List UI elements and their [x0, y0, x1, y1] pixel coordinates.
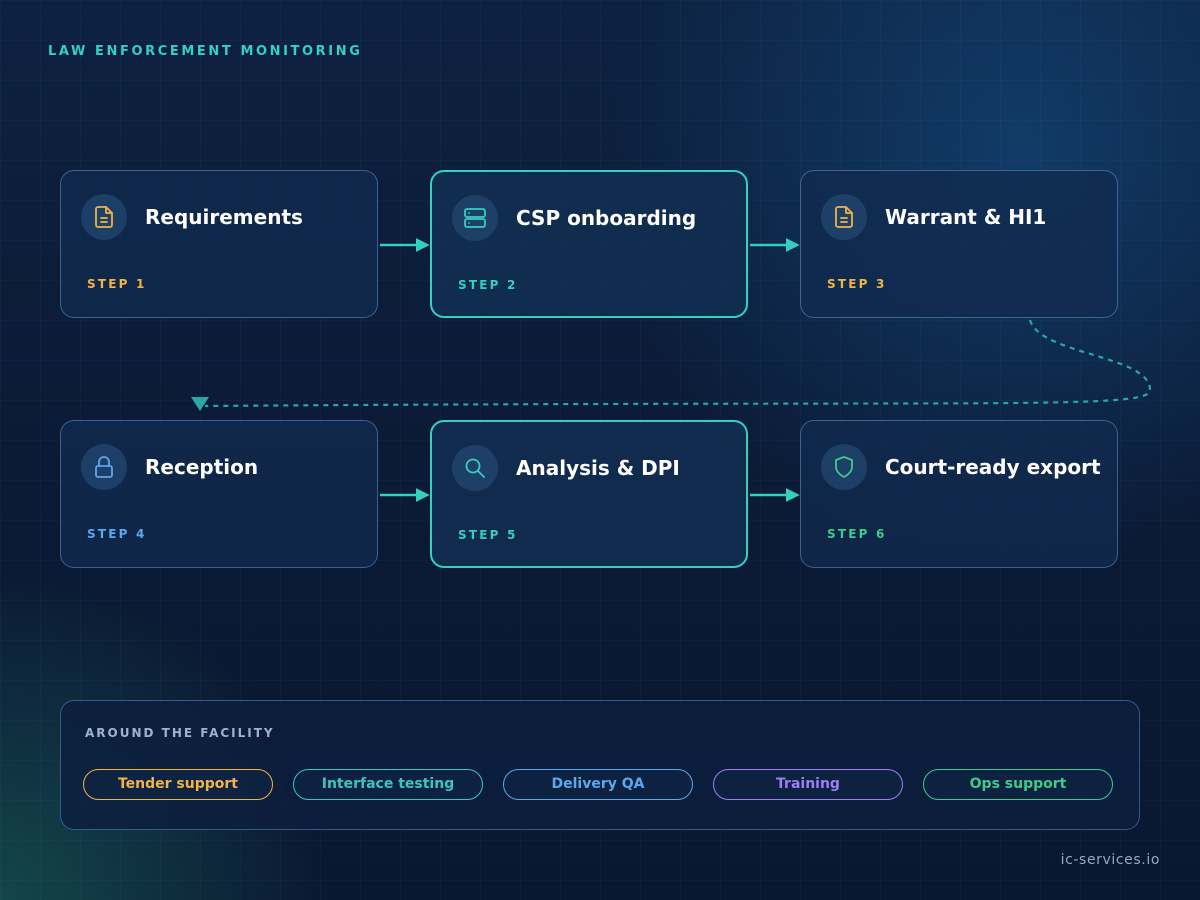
document-icon [835, 206, 853, 228]
search-icon [465, 458, 485, 478]
chip-ops-support[interactable]: Ops support [923, 769, 1113, 800]
chip-tender-support[interactable]: Tender support [83, 769, 273, 800]
facility-panel: AROUND THE FACILITY Tender support Inter… [60, 700, 1140, 830]
step-number: STEP 1 [87, 277, 147, 291]
step-card-court-ready-export[interactable]: Court-ready export STEP 6 [800, 420, 1118, 568]
step-title: Reception [145, 455, 259, 479]
step-card-reception[interactable]: Reception STEP 4 [60, 420, 378, 568]
step-number: STEP 3 [827, 277, 887, 291]
lock-icon [95, 456, 113, 478]
chip-delivery-qa[interactable]: Delivery QA [503, 769, 693, 800]
facility-label: AROUND THE FACILITY [85, 726, 275, 740]
shield-icon [835, 456, 853, 478]
step-card-csp-onboarding[interactable]: CSP onboarding STEP 2 [430, 170, 748, 318]
step-title: Warrant & HI1 [885, 205, 1047, 229]
step-icon-badge [821, 194, 867, 240]
step-title: Analysis & DPI [516, 456, 680, 480]
step-icon-badge [452, 195, 498, 241]
step-title: CSP onboarding [516, 206, 697, 230]
document-icon [95, 206, 113, 228]
step-icon-badge [81, 194, 127, 240]
server-icon [464, 208, 486, 228]
step-card-warrant-hi1[interactable]: Warrant & HI1 STEP 3 [800, 170, 1118, 318]
chip-interface-testing[interactable]: Interface testing [293, 769, 483, 800]
diagram-canvas: LAW ENFORCEMENT MONITORING Requirements … [0, 0, 1200, 900]
step-title: Court-ready export [885, 455, 1101, 479]
step-icon-badge [821, 444, 867, 490]
arrowhead-step4 [191, 397, 209, 411]
step-icon-badge [81, 444, 127, 490]
arrow-step3-step4 [204, 319, 1152, 408]
step-number: STEP 2 [458, 278, 518, 292]
footer-link[interactable]: ic-services.io [1061, 852, 1160, 868]
step-number: STEP 5 [458, 528, 518, 542]
step-number: STEP 6 [827, 527, 887, 541]
step-card-requirements[interactable]: Requirements STEP 1 [60, 170, 378, 318]
page-eyebrow: LAW ENFORCEMENT MONITORING [48, 44, 363, 59]
step-icon-badge [452, 445, 498, 491]
step-number: STEP 4 [87, 527, 147, 541]
step-title: Requirements [145, 205, 303, 229]
step-card-analysis-dpi[interactable]: Analysis & DPI STEP 5 [430, 420, 748, 568]
chip-training[interactable]: Training [713, 769, 903, 800]
